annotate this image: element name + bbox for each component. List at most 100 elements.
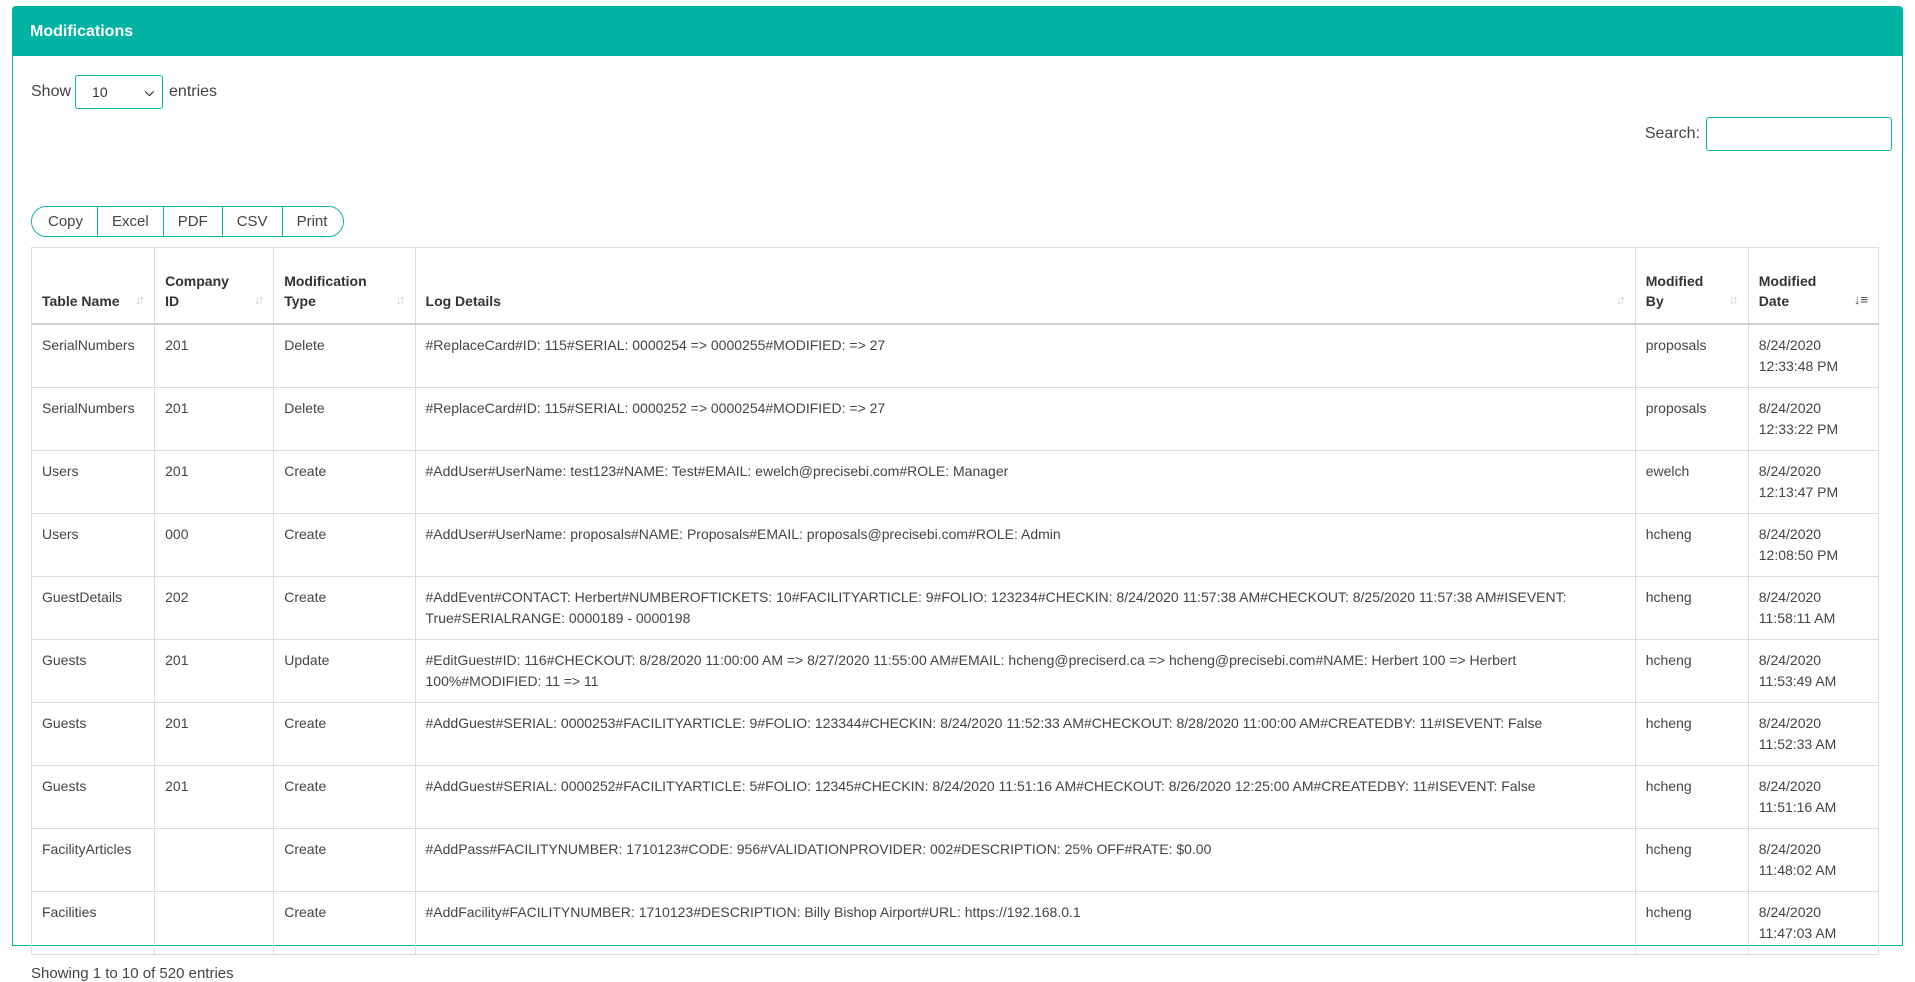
table-row: Guests 201 Create #AddGuest#SERIAL: 0000253… (30, 701, 1880, 766)
cell-company-id: 201 (154, 386, 275, 451)
excel-button[interactable]: Excel (97, 207, 163, 236)
cell-log-details: #ReplaceCard#ID: 115#SERIAL: 0000252 => … (414, 386, 1636, 451)
cell-modification-type: Create (273, 764, 416, 829)
search-input[interactable] (1706, 117, 1892, 151)
length-prefix-label: Show (31, 83, 72, 100)
cell-company-id (154, 827, 275, 892)
cell-company-id (154, 890, 275, 955)
cell-modified-by: ewelch (1634, 449, 1749, 514)
cell-modified-date: 8/24/2020 11:48:02 AM (1747, 827, 1880, 892)
cell-company-id: 201 (154, 638, 275, 703)
cell-modification-type: Create (273, 890, 416, 955)
cell-modification-type: Create (273, 449, 416, 514)
table-row: Guests 201 Create #AddGuest#SERIAL: 0000252… (30, 764, 1880, 829)
page-length-control: Show 10 ⌵ entries (31, 75, 217, 109)
column-header-table-name[interactable]: Table Name ↓↑ (30, 247, 156, 325)
cell-modified-date: 8/24/2020 12:33:48 PM (1747, 323, 1880, 388)
cell-modified-by: hcheng (1634, 890, 1749, 955)
sort-descending-icon: ↓≡ (1853, 292, 1868, 307)
cell-log-details: #AddFacility#FACILITYNUMBER: 1710123#DES… (414, 890, 1636, 955)
column-header-modification-type[interactable]: Modification Type ↓↑ (273, 247, 416, 325)
column-header-log-details[interactable]: Log Details ↓↑ (414, 247, 1636, 325)
table-row: Users 201 Create #AddUser#UserName: test123… (30, 449, 1880, 514)
cell-log-details: #AddPass#FACILITYNUMBER: 1710123#CODE: 9… (414, 827, 1636, 892)
table-row: FacilityArticles Create #AddPass#FACILITYN… (30, 827, 1880, 892)
cell-table-name: Users (30, 449, 156, 514)
modified-date: 8/24/2020 (1758, 399, 1822, 416)
cell-modified-date: 8/24/2020 12:33:22 PM (1747, 386, 1880, 451)
modified-time: 11:48:02 AM (1758, 861, 1837, 878)
page-length-value: 10 (92, 84, 108, 100)
cell-log-details: #EditGuest#ID: 116#CHECKOUT: 8/28/2020 1… (414, 638, 1636, 703)
cell-modified-by: hcheng (1634, 575, 1749, 640)
table-row: SerialNumbers 201 Delete #ReplaceCard#ID: 1… (30, 323, 1880, 388)
cell-table-name: FacilityArticles (30, 827, 156, 892)
cell-modified-by: hcheng (1634, 638, 1749, 703)
cell-log-details: #AddUser#UserName: test123#NAME: Test#EM… (414, 449, 1636, 514)
cell-modification-type: Create (273, 575, 416, 640)
cell-modified-date: 8/24/2020 11:51:16 AM (1747, 764, 1880, 829)
sort-icon: ↓↑ (1615, 292, 1626, 307)
search-label: Search: (1644, 125, 1700, 142)
column-header-company-id[interactable]: Company ID ↓↑ (154, 247, 275, 325)
modifications-table: Table Name ↓↑ Company ID ↓↑ Modification… (30, 247, 1880, 955)
modified-time: 11:52:33 AM (1758, 735, 1837, 752)
chevron-down-icon: ⌵ (144, 84, 155, 99)
modified-time: 11:53:49 AM (1758, 672, 1837, 689)
cell-table-name: GuestDetails (30, 575, 156, 640)
export-button-group: Copy Excel PDF CSV Print (31, 206, 345, 237)
page-length-select[interactable]: 10 ⌵ (75, 75, 164, 109)
modified-date: 8/24/2020 (1758, 525, 1822, 542)
csv-button[interactable]: CSV (221, 207, 282, 236)
cell-modified-date: 8/24/2020 11:58:11 AM (1747, 575, 1880, 640)
cell-modified-date: 8/24/2020 12:13:47 PM (1747, 449, 1880, 514)
cell-modified-by: hcheng (1634, 827, 1749, 892)
cell-company-id: 201 (154, 449, 275, 514)
cell-company-id: 201 (154, 323, 275, 388)
modified-date: 8/24/2020 (1758, 903, 1822, 920)
pdf-button[interactable]: PDF (162, 207, 222, 236)
modified-time: 12:33:48 PM (1758, 358, 1839, 374)
sort-icon: ↓↑ (395, 292, 406, 307)
cell-modification-type: Create (273, 827, 416, 892)
modified-date: 8/24/2020 (1758, 840, 1822, 857)
cell-modification-type: Delete (273, 323, 416, 388)
cell-modified-date: 8/24/2020 11:47:03 AM (1747, 890, 1880, 955)
sort-icon: ↓↑ (254, 292, 264, 307)
copy-button[interactable]: Copy (32, 207, 98, 236)
cell-log-details: #ReplaceCard#ID: 115#SERIAL: 0000254 => … (414, 323, 1636, 388)
cell-modified-date: 8/24/2020 11:52:33 AM (1747, 701, 1880, 766)
column-header-modified-by[interactable]: Modified By ↓↑ (1634, 247, 1749, 325)
modified-time: 12:13:47 PM (1758, 483, 1839, 500)
cell-table-name: SerialNumbers (30, 386, 156, 451)
cell-table-name: Users (30, 512, 156, 577)
print-button[interactable]: Print (281, 207, 344, 236)
modified-time: 11:47:03 AM (1758, 924, 1837, 941)
cell-log-details: #AddGuest#SERIAL: 0000252#FACILITYARTICL… (414, 764, 1636, 829)
cell-table-name: Facilities (30, 890, 156, 955)
cell-modified-date: 8/24/2020 11:53:49 AM (1747, 638, 1880, 703)
cell-company-id: 202 (154, 575, 275, 640)
sort-icon: ↓↑ (135, 292, 145, 307)
modified-time: 12:33:22 PM (1758, 420, 1839, 437)
table-info: Showing 1 to 10 of 520 entries (31, 965, 234, 982)
cell-company-id: 201 (154, 701, 275, 766)
cell-table-name: Guests (30, 701, 156, 766)
modified-date: 8/24/2020 (1758, 651, 1822, 668)
column-header-modified-date[interactable]: Modified Date ↓≡ (1747, 247, 1880, 325)
table-row: Users 000 Create #AddUser#UserName: proposa… (30, 512, 1880, 577)
panel-title: Modifications (13, 7, 1902, 56)
cell-modified-by: hcheng (1634, 512, 1749, 577)
modified-time: 11:51:16 AM (1758, 798, 1837, 815)
cell-modification-type: Update (273, 638, 416, 703)
modified-time: 12:08:50 PM (1758, 546, 1839, 563)
cell-modified-by: proposals (1634, 323, 1749, 388)
modified-date: 8/24/2020 (1758, 462, 1822, 479)
table-row: Guests 201 Update #EditGuest#ID: 116#CHECKO… (30, 638, 1880, 703)
modified-date: 8/24/2020 (1758, 777, 1822, 794)
modified-time: 11:58:11 AM (1758, 609, 1836, 626)
cell-company-id: 201 (154, 764, 275, 829)
modified-date: 8/24/2020 (1758, 588, 1822, 605)
cell-modified-by: hcheng (1634, 764, 1749, 829)
cell-modification-type: Delete (273, 386, 416, 451)
